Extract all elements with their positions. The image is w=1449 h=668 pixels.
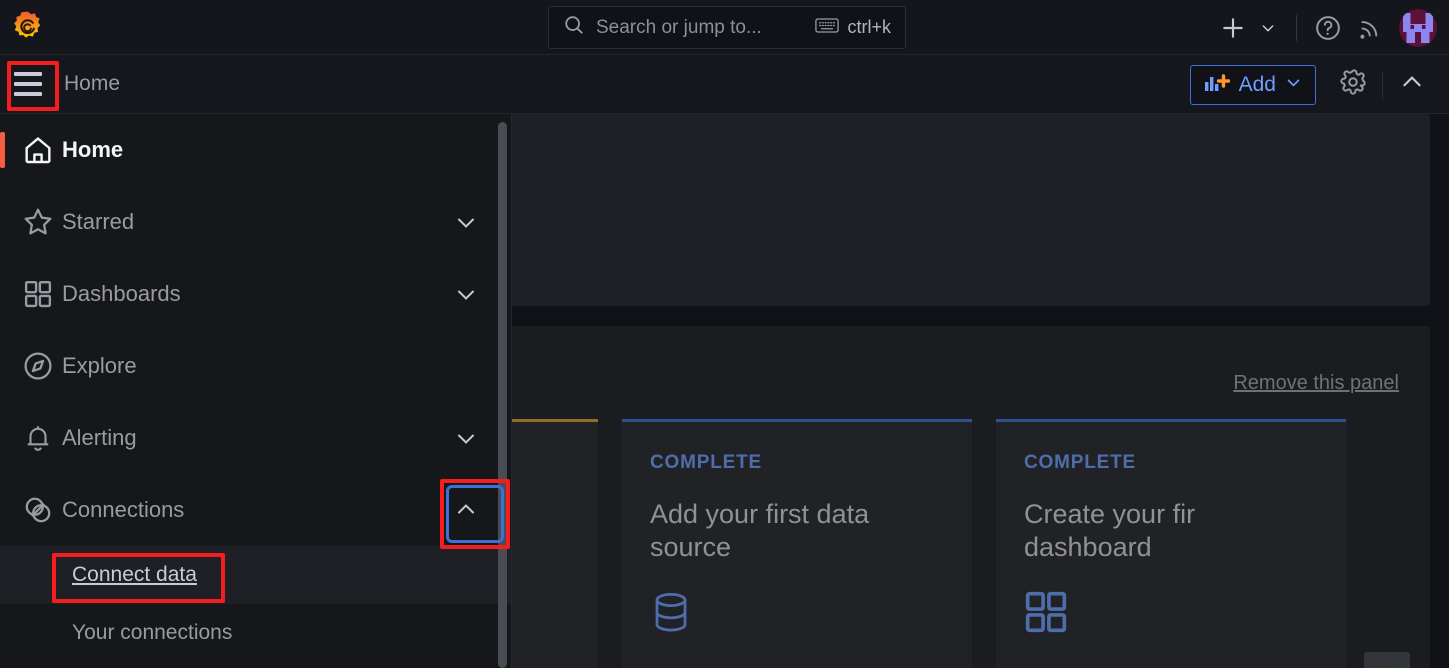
add-button[interactable]: Add — [1190, 65, 1316, 105]
sidebar-item-label: Dashboards — [62, 281, 437, 307]
star-icon — [14, 206, 62, 238]
sidebar-scrollbar[interactable] — [498, 122, 507, 668]
sidebar-item-alerting[interactable]: Alerting — [0, 402, 511, 474]
search-shortcut: ctrl+k — [815, 17, 891, 39]
sidebar-item-connections[interactable]: Connections — [0, 474, 511, 546]
bar-chart-plus-icon — [1204, 71, 1230, 98]
add-button-label: Add — [1239, 73, 1276, 97]
keyboard-icon — [815, 17, 839, 39]
shortcut-label: ctrl+k — [847, 17, 891, 38]
connections-icon — [14, 494, 62, 526]
sidebar-item-label: Alerting — [62, 425, 437, 451]
grafana-logo-button[interactable] — [0, 0, 56, 55]
sidebar-item-dashboards[interactable]: Dashboards — [0, 258, 511, 330]
card-tag: COMPLETE — [650, 452, 944, 474]
card-title: Create your fir dashboard — [1024, 498, 1318, 564]
starred-expand-chevron[interactable] — [437, 210, 495, 234]
plus-icon[interactable] — [1212, 7, 1254, 49]
card-add-data-source[interactable]: COMPLETE Add your first data source — [622, 419, 972, 668]
sidebar-item-label: Starred — [62, 209, 437, 235]
dashboards-grid-icon — [14, 279, 62, 309]
gear-icon — [1339, 68, 1367, 101]
connections-expand-chevron[interactable] — [437, 498, 495, 522]
carousel-next-button[interactable] — [1364, 652, 1410, 668]
chevron-up-icon — [1399, 69, 1425, 100]
mega-menu-sidebar: Home Starred — [0, 114, 512, 668]
grafana-app-window: afana Provide Feedback Remove this panel… — [0, 0, 1449, 668]
search-bar[interactable]: Search or jump to... ctrl+k — [548, 6, 906, 49]
remove-this-panel-link[interactable]: Remove this panel — [1233, 372, 1399, 395]
toolbar-actions: Add — [1190, 55, 1435, 114]
chevron-down-icon[interactable] — [1256, 7, 1280, 49]
sidebar-subitem-label: Connect data — [72, 563, 197, 587]
card-title: Add your first data source — [650, 498, 944, 564]
help-circle-icon[interactable] — [1307, 7, 1349, 49]
dashboards-expand-chevron[interactable] — [437, 282, 495, 306]
hamburger-menu-icon[interactable] — [11, 70, 45, 98]
home-icon — [14, 134, 62, 166]
create-new-button[interactable] — [1212, 7, 1286, 49]
grafana-logo-icon — [11, 10, 45, 44]
toolbar-divider — [1382, 71, 1383, 99]
sidebar-item-explore[interactable]: Explore — [0, 330, 511, 402]
sidebar-subitem-connect-data[interactable]: Connect data — [0, 546, 511, 604]
database-icon — [650, 590, 944, 643]
top-navigation-bar: Search or jump to... ctrl+k — [0, 0, 1449, 55]
settings-button[interactable] — [1330, 62, 1376, 108]
sidebar-subitem-label: Your connections — [72, 621, 232, 645]
compass-icon — [14, 350, 62, 382]
rss-feed-icon[interactable] — [1349, 7, 1391, 49]
search-input[interactable]: Search or jump to... ctrl+k — [548, 6, 906, 49]
breadcrumb[interactable]: Home — [64, 72, 120, 96]
search-placeholder: Search or jump to... — [596, 17, 804, 39]
sidebar-item-label: Home — [62, 137, 437, 163]
chevron-down-icon — [1285, 74, 1302, 96]
sidebar-item-label: Explore — [62, 353, 437, 379]
sidebar-subitem-your-connections[interactable]: Your connections — [0, 604, 511, 662]
user-avatar[interactable] — [1399, 9, 1437, 47]
sidebar-item-home[interactable]: Home — [0, 114, 511, 186]
card-create-dashboard[interactable]: COMPLETE Create your fir dashboard — [996, 419, 1346, 668]
topbar-actions — [1212, 0, 1439, 55]
alerting-expand-chevron[interactable] — [437, 426, 495, 450]
card-tag: COMPLETE — [1024, 452, 1318, 474]
menu-toggle-button[interactable] — [0, 55, 56, 114]
sidebar-item-starred[interactable]: Starred — [0, 186, 511, 258]
breadcrumb-toolbar: Home Add — [0, 55, 1449, 114]
dashboards-grid-icon — [1024, 590, 1318, 639]
bell-icon — [14, 423, 62, 453]
collapse-toolbar-button[interactable] — [1389, 62, 1435, 108]
topbar-divider — [1296, 15, 1297, 41]
search-icon — [563, 14, 585, 41]
sidebar-item-label: Connections — [62, 497, 437, 523]
